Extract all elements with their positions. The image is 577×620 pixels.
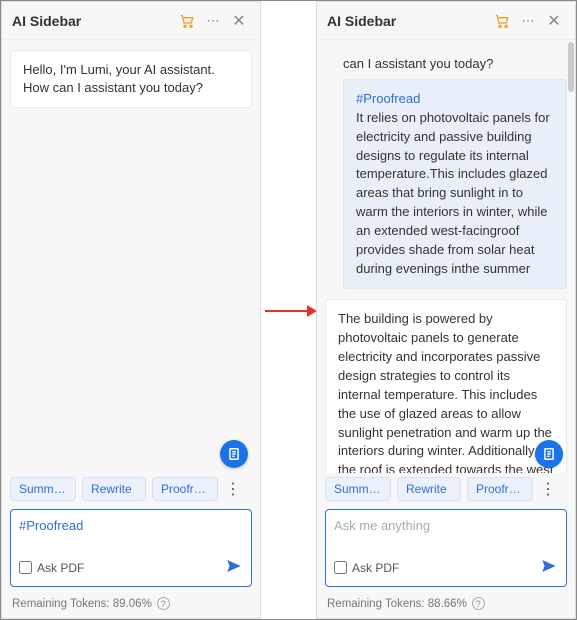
user-message: #Proofread It relies on photovoltaic pan… bbox=[343, 79, 567, 289]
cart-icon[interactable] bbox=[491, 10, 513, 32]
action-chips: Summar... Rewrite Proofre... ⋮ bbox=[2, 473, 260, 505]
send-icon[interactable] bbox=[540, 557, 558, 578]
action-chips: Summar... Rewrite Proofre... ⋮ bbox=[317, 473, 575, 505]
more-actions-icon[interactable]: ⋮ bbox=[224, 479, 242, 499]
chip-summarize[interactable]: Summar... bbox=[10, 477, 76, 501]
document-button[interactable] bbox=[220, 440, 248, 468]
input-box[interactable]: #Proofread Ask PDF bbox=[10, 509, 252, 587]
close-icon[interactable]: ✕ bbox=[543, 10, 565, 32]
chip-rewrite[interactable]: Rewrite bbox=[397, 477, 461, 501]
ask-pdf-checkbox[interactable] bbox=[19, 561, 32, 574]
more-actions-icon[interactable]: ⋮ bbox=[539, 479, 557, 499]
header: AI Sidebar ⋯ ✕ bbox=[2, 2, 260, 40]
cart-icon[interactable] bbox=[176, 10, 198, 32]
ai-greeting: Hello, I'm Lumi, your AI assistant. How … bbox=[10, 50, 252, 108]
chip-proofread[interactable]: Proofre... bbox=[152, 477, 218, 501]
ai-sidebar-left: AI Sidebar ⋯ ✕ Hello, I'm Lumi, your AI … bbox=[1, 1, 261, 619]
help-icon[interactable]: ? bbox=[157, 597, 170, 610]
chip-summarize[interactable]: Summar... bbox=[325, 477, 391, 501]
proofread-tag: #Proofread bbox=[356, 91, 420, 106]
arrow-icon bbox=[263, 301, 317, 321]
chip-rewrite[interactable]: Rewrite bbox=[82, 477, 146, 501]
tokens-label: Remaining Tokens: 89.06% bbox=[12, 598, 152, 610]
footer: Remaining Tokens: 89.06% ? bbox=[2, 593, 260, 618]
input-box[interactable]: Ask me anything Ask PDF bbox=[325, 509, 567, 587]
chip-proofread[interactable]: Proofre... bbox=[467, 477, 533, 501]
chat-area: Hello, I'm Lumi, your AI assistant. How … bbox=[2, 40, 260, 473]
more-icon[interactable]: ⋯ bbox=[202, 10, 224, 32]
more-icon[interactable]: ⋯ bbox=[517, 10, 539, 32]
document-button[interactable] bbox=[535, 440, 563, 468]
tokens-label: Remaining Tokens: 88.66% bbox=[327, 598, 467, 610]
ask-pdf-label: Ask PDF bbox=[37, 561, 84, 575]
user-body: It relies on photovoltaic panels for ele… bbox=[356, 110, 550, 276]
footer: Remaining Tokens: 88.66% ? bbox=[317, 593, 575, 618]
chat-area: can I assistant you today? #Proofread It… bbox=[317, 40, 575, 473]
scrollbar-thumb[interactable] bbox=[568, 42, 574, 92]
panel-title: AI Sidebar bbox=[327, 13, 487, 29]
input-bottom: Ask PDF bbox=[334, 557, 558, 578]
input-bottom: Ask PDF bbox=[19, 557, 243, 578]
close-icon[interactable]: ✕ bbox=[228, 10, 250, 32]
help-icon[interactable]: ? bbox=[472, 597, 485, 610]
input-placeholder[interactable]: Ask me anything bbox=[334, 518, 558, 549]
ai-greeting-partial: can I assistant you today? bbox=[325, 50, 567, 71]
ask-pdf-toggle[interactable]: Ask PDF bbox=[334, 561, 399, 575]
ai-sidebar-right: AI Sidebar ⋯ ✕ can I assistant you today… bbox=[316, 1, 576, 619]
ai-reply: The building is powered by photovoltaic … bbox=[325, 299, 567, 473]
send-icon[interactable] bbox=[225, 557, 243, 578]
ask-pdf-label: Ask PDF bbox=[352, 561, 399, 575]
header: AI Sidebar ⋯ ✕ bbox=[317, 2, 575, 40]
ask-pdf-checkbox[interactable] bbox=[334, 561, 347, 574]
input-text[interactable]: #Proofread bbox=[19, 518, 243, 549]
ask-pdf-toggle[interactable]: Ask PDF bbox=[19, 561, 84, 575]
panel-title: AI Sidebar bbox=[12, 13, 172, 29]
